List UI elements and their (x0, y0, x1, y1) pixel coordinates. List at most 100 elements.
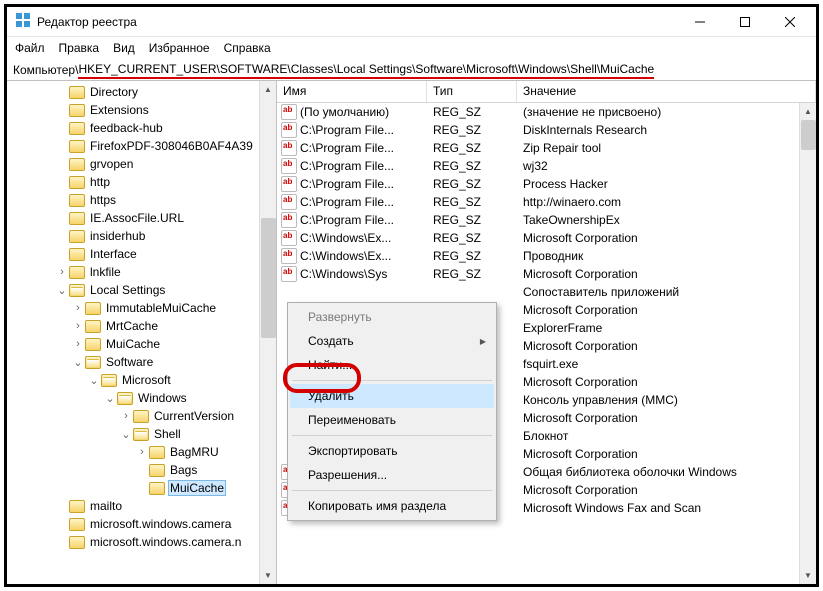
tree-item[interactable]: microsoft.windows.camera (7, 515, 276, 533)
expand-icon[interactable]: › (71, 302, 85, 314)
list-row[interactable]: C:\Windows\SysREG_SZMicrosoft Corporatio… (277, 265, 816, 283)
tree-item[interactable]: Interface (7, 245, 276, 263)
expand-icon[interactable]: › (55, 266, 69, 278)
list-row[interactable]: (По умолчанию)REG_SZ(значение не присвое… (277, 103, 816, 121)
list-row[interactable]: C:\Program File...REG_SZwj32 (277, 157, 816, 175)
folder-icon (69, 176, 85, 189)
tree-item[interactable]: FirefoxPDF-308046B0AF4A39 (7, 137, 276, 155)
expand-icon[interactable]: ⌄ (103, 392, 117, 405)
ctx-permissions[interactable]: Разрешения... (290, 463, 494, 487)
tree-item[interactable]: ⌄ Shell (7, 425, 276, 443)
expand-icon[interactable]: ⌄ (71, 356, 85, 369)
menu-file[interactable]: Файл (15, 41, 45, 55)
list-row[interactable]: C:\Windows\Ex...REG_SZMicrosoft Corporat… (277, 229, 816, 247)
list-row[interactable]: C:\Program File...REG_SZTakeOwnershipEx (277, 211, 816, 229)
tree-item[interactable]: Directory (7, 83, 276, 101)
tree-item[interactable]: feedback-hub (7, 119, 276, 137)
tree-label: Windows (136, 391, 189, 405)
ctx-delete[interactable]: Удалить (290, 384, 494, 408)
ctx-rename[interactable]: Переименовать (290, 408, 494, 432)
tree-item[interactable]: ⌄ Windows (7, 389, 276, 407)
menu-view[interactable]: Вид (113, 41, 135, 55)
tree-item[interactable]: Bags (7, 461, 276, 479)
col-type[interactable]: Тип (427, 81, 517, 102)
tree-item[interactable]: ›MuiCache (7, 335, 276, 353)
ctx-export[interactable]: Экспортировать (290, 439, 494, 463)
string-value-icon (281, 140, 297, 156)
tree-item[interactable]: https (7, 191, 276, 209)
scroll-down-icon[interactable]: ▼ (260, 567, 276, 584)
tree-item[interactable]: › lnkfile (7, 263, 276, 281)
tree-item[interactable]: grvopen (7, 155, 276, 173)
scroll-thumb[interactable] (801, 120, 816, 150)
list-header[interactable]: Имя Тип Значение (277, 81, 816, 103)
value-name: C:\Program File... (300, 159, 394, 173)
tree-item[interactable]: ⌄Microsoft (7, 371, 276, 389)
list-row[interactable]: C:\Windows\Ex...REG_SZПроводник (277, 247, 816, 265)
col-data[interactable]: Значение (517, 81, 816, 102)
menu-edit[interactable]: Правка (59, 41, 100, 55)
folder-icon (149, 482, 165, 495)
expand-icon[interactable]: ⌄ (87, 374, 101, 387)
tree-scrollbar[interactable]: ▲ ▼ (259, 81, 276, 584)
folder-icon (85, 356, 101, 369)
list-row[interactable]: Сопоставитель приложений (277, 283, 816, 301)
scroll-thumb[interactable] (261, 218, 276, 338)
menu-help[interactable]: Справка (224, 41, 271, 55)
tree-item[interactable]: ›CurrentVersion (7, 407, 276, 425)
tree-item[interactable]: microsoft.windows.camera.n (7, 533, 276, 551)
tree-item[interactable]: ›ImmutableMuiCache (7, 299, 276, 317)
folder-icon (85, 302, 101, 315)
tree-label: Interface (88, 247, 139, 261)
maximize-button[interactable] (722, 8, 767, 36)
ctx-copykey[interactable]: Копировать имя раздела (290, 494, 494, 518)
tree-label: BagMRU (168, 445, 221, 459)
tree-item[interactable]: insiderhub (7, 227, 276, 245)
expand-icon[interactable]: › (135, 446, 149, 458)
list-row[interactable]: C:\Program File...REG_SZZip Repair tool (277, 139, 816, 157)
value-type: REG_SZ (427, 267, 517, 281)
value-name: C:\Windows\Sys (300, 267, 387, 281)
list-row[interactable]: C:\Program File...REG_SZhttp://winaero.c… (277, 193, 816, 211)
tree-item[interactable]: MuiCache (7, 479, 276, 497)
expand-icon[interactable]: ⌄ (119, 428, 133, 441)
col-name[interactable]: Имя (277, 81, 427, 102)
list-scrollbar[interactable]: ▲ ▼ (799, 103, 816, 584)
tree-item[interactable]: http (7, 173, 276, 191)
scroll-up-icon[interactable]: ▲ (260, 81, 276, 98)
folder-icon (69, 284, 85, 297)
tree-item[interactable]: ›MrtCache (7, 317, 276, 335)
tree-item[interactable]: IE.AssocFile.URL (7, 209, 276, 227)
tree-item[interactable]: ⌄Software (7, 353, 276, 371)
string-value-icon (281, 158, 297, 174)
registry-tree[interactable]: ▲ ▼ DirectoryExtensionsfeedback-hub Firef… (7, 81, 277, 584)
titlebar[interactable]: Редактор реестра (7, 7, 816, 37)
menu-favorites[interactable]: Избранное (149, 41, 210, 55)
expand-icon[interactable]: ⌄ (55, 284, 69, 297)
ctx-expand[interactable]: Развернуть (290, 305, 494, 329)
value-data: Microsoft Windows Fax and Scan (517, 501, 816, 515)
expand-icon[interactable]: › (71, 320, 85, 332)
list-row[interactable]: C:\Program File...REG_SZDiskInternals Re… (277, 121, 816, 139)
tree-label: Shell (152, 427, 183, 441)
address-bar[interactable]: Компьютер\HKEY_CURRENT_USER\SOFTWARE\Cla… (7, 59, 816, 81)
ctx-find[interactable]: Найти... (290, 353, 494, 377)
tree-item[interactable]: ⌄Local Settings (7, 281, 276, 299)
minimize-button[interactable] (677, 8, 722, 36)
value-type: REG_SZ (427, 177, 517, 191)
scroll-up-icon[interactable]: ▲ (800, 103, 816, 120)
expand-icon[interactable]: › (119, 410, 133, 422)
tree-label: FirefoxPDF-308046B0AF4A39 (88, 139, 255, 153)
scroll-down-icon[interactable]: ▼ (800, 567, 816, 584)
tree-item[interactable]: › BagMRU (7, 443, 276, 461)
tree-item[interactable]: mailto (7, 497, 276, 515)
expand-icon[interactable]: › (71, 338, 85, 350)
folder-icon (69, 266, 85, 279)
tree-label: mailto (88, 499, 124, 513)
close-button[interactable] (767, 8, 812, 36)
tree-item[interactable]: Extensions (7, 101, 276, 119)
tree-label: lnkfile (88, 265, 123, 279)
ctx-new[interactable]: Создать (290, 329, 494, 353)
list-row[interactable]: C:\Program File...REG_SZProcess Hacker (277, 175, 816, 193)
string-value-icon (281, 248, 297, 264)
